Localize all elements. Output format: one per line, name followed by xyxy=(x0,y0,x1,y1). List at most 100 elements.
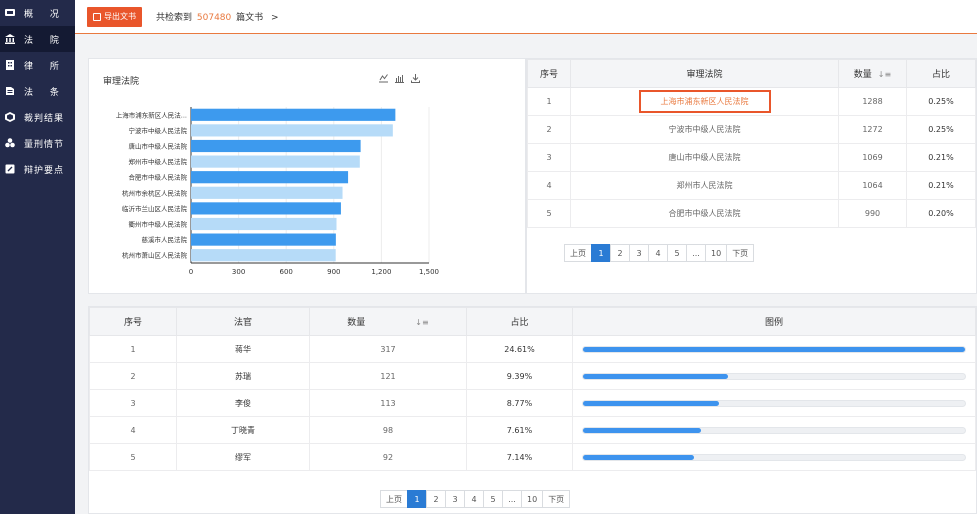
page-5-button[interactable]: 5 xyxy=(667,244,687,262)
x-tick-label: 1,200 xyxy=(371,268,391,276)
cell-index: 2 xyxy=(89,362,177,390)
sidebar-item-sentencing[interactable]: 量刑情节 xyxy=(0,130,75,156)
judge-table: 序号 法官 数量 ↓≡ 占比 图例 1 蒋华 317 24.61% 2 苏瑞 12… xyxy=(89,307,976,471)
page-3-button[interactable]: 3 xyxy=(629,244,649,262)
cell-ratio: 24.61% xyxy=(466,335,573,363)
page-4-button[interactable]: 4 xyxy=(648,244,668,262)
ratio-bar-track xyxy=(582,426,966,434)
document-icon xyxy=(93,12,101,21)
bar[interactable] xyxy=(191,171,349,184)
cell-count: 1069 xyxy=(838,143,907,172)
cell-court[interactable]: 合肥市中级人民法院 xyxy=(570,199,839,228)
cell-index: 1 xyxy=(527,87,571,116)
sidebar-item-label: 辩护要点 xyxy=(24,165,65,176)
ratio-bar-fill xyxy=(583,373,729,379)
cell-count: 98 xyxy=(309,416,467,444)
cell-judge[interactable]: 苏瑞 xyxy=(176,362,310,390)
sidebar-item-label: 法 院 xyxy=(24,35,59,46)
judgment-icon xyxy=(4,111,16,123)
page-1-button[interactable]: 1 xyxy=(407,490,427,508)
prev-page-button[interactable]: 上页 xyxy=(564,244,592,262)
court-pagination: 上页 1 2 3 4 5 ... 10 下页 xyxy=(564,244,755,262)
summary-suffix: 篇文书 xyxy=(236,13,264,23)
bar[interactable] xyxy=(191,139,361,153)
bar[interactable] xyxy=(191,249,336,262)
page-10-button[interactable]: 10 xyxy=(521,490,544,508)
sidebar-item-label: 概 况 xyxy=(24,9,59,20)
ratio-bar-fill xyxy=(583,346,965,352)
cell-court[interactable]: 宁波市中级人民法院 xyxy=(570,115,839,144)
cell-court[interactable]: 上海市浦东新区人民法院 xyxy=(570,87,839,116)
cell-ratio: 0.20% xyxy=(906,199,976,228)
y-category-label: 衢州市中级人民法院 xyxy=(129,220,188,229)
sidebar-item-law-articles[interactable]: 法 条 xyxy=(0,78,75,104)
summary-prefix: 共检索到 xyxy=(156,13,193,23)
page-5-button[interactable]: 5 xyxy=(483,490,503,508)
next-page-button[interactable]: 下页 xyxy=(542,490,571,508)
page-10-button[interactable]: 10 xyxy=(705,244,728,262)
ratio-bar-track xyxy=(582,345,966,353)
page-ellipsis: ... xyxy=(502,490,522,508)
ratio-bar-fill xyxy=(583,400,719,406)
page-2-button[interactable]: 2 xyxy=(426,490,446,508)
x-tick-label: 0 xyxy=(189,268,193,276)
y-category-label: 慈溪市人民法院 xyxy=(142,235,188,244)
page-3-button[interactable]: 3 xyxy=(445,490,465,508)
sidebar: 概 况 法 院 律 所 法 条 裁判结果 量刑情节 辩护要点 xyxy=(0,0,75,514)
page-1-button[interactable]: 1 xyxy=(591,244,611,262)
bar[interactable] xyxy=(191,108,396,121)
cell-index: 4 xyxy=(89,416,177,444)
defense-icon xyxy=(4,163,16,175)
sidebar-item-defense-points[interactable]: 辩护要点 xyxy=(0,156,75,182)
bar[interactable] xyxy=(191,202,341,215)
sort-icon[interactable]: ↓≡ xyxy=(878,70,891,79)
cell-ratio: 7.14% xyxy=(466,443,573,471)
bar[interactable] xyxy=(191,124,393,137)
next-page-button[interactable]: 下页 xyxy=(726,244,755,262)
page-4-button[interactable]: 4 xyxy=(464,490,484,508)
y-category-label: 宁波市中级人民法院 xyxy=(129,126,188,135)
cell-ratio: 0.21% xyxy=(906,171,976,200)
table-row: 4 郑州市人民法院 1064 0.21% xyxy=(527,171,976,200)
cell-count: 113 xyxy=(309,389,467,417)
bar[interactable] xyxy=(191,233,336,246)
header-index: 序号 xyxy=(527,59,571,88)
cell-index: 1 xyxy=(89,335,177,363)
cell-judge[interactable]: 缪军 xyxy=(176,443,310,471)
cell-index: 3 xyxy=(89,389,177,417)
sidebar-item-judgment-result[interactable]: 裁判结果 xyxy=(0,104,75,130)
header-count[interactable]: 数量 ↓≡ xyxy=(838,59,907,88)
top-bar: 导出文书 共检索到 507480 篇文书 > xyxy=(75,0,977,34)
cell-index: 5 xyxy=(89,443,177,471)
table-row: 2 苏瑞 121 9.39% xyxy=(89,362,976,390)
header-ratio: 占比 xyxy=(466,307,573,336)
y-category-label: 杭州市萧山区人民法院 xyxy=(122,251,188,260)
cell-judge[interactable]: 蒋华 xyxy=(176,335,310,363)
header-court: 审理法院 xyxy=(570,59,839,88)
cell-court[interactable]: 郑州市人民法院 xyxy=(570,171,839,200)
cell-index: 3 xyxy=(527,143,571,172)
sort-icon[interactable]: ↓≡ xyxy=(415,318,428,327)
y-category-label: 合肥市中级人民法院 xyxy=(129,173,188,182)
prev-page-button[interactable]: 上页 xyxy=(380,490,408,508)
export-documents-button[interactable]: 导出文书 xyxy=(87,6,142,27)
search-summary[interactable]: 共检索到 507480 篇文书 > xyxy=(156,10,279,23)
cell-court[interactable]: 唐山市中级人民法院 xyxy=(570,143,839,172)
page-2-button[interactable]: 2 xyxy=(610,244,630,262)
sidebar-item-law-firm[interactable]: 律 所 xyxy=(0,52,75,78)
court-chart-panel: 审理法院 0 300 600 900 1,200 1,500 上海市浦东新区人民法... 宁波… xyxy=(88,58,526,294)
x-tick-label: 600 xyxy=(280,268,293,276)
bar[interactable] xyxy=(191,155,360,168)
sidebar-item-overview[interactable]: 概 况 xyxy=(0,0,75,26)
sidebar-item-court[interactable]: 法 院 xyxy=(0,26,75,52)
table-row: 5 缪军 92 7.14% xyxy=(89,443,976,471)
header-count[interactable]: 数量 ↓≡ xyxy=(309,307,467,336)
header-judge: 法官 xyxy=(176,307,310,336)
bar[interactable] xyxy=(191,217,337,231)
bar[interactable] xyxy=(191,186,343,199)
export-label: 导出文书 xyxy=(104,12,136,21)
cell-ratio: 0.25% xyxy=(906,87,976,116)
cell-judge[interactable]: 丁晓青 xyxy=(176,416,310,444)
cell-judge[interactable]: 李俊 xyxy=(176,389,310,417)
highlighted-court-name[interactable]: 上海市浦东新区人民法院 xyxy=(638,90,771,113)
